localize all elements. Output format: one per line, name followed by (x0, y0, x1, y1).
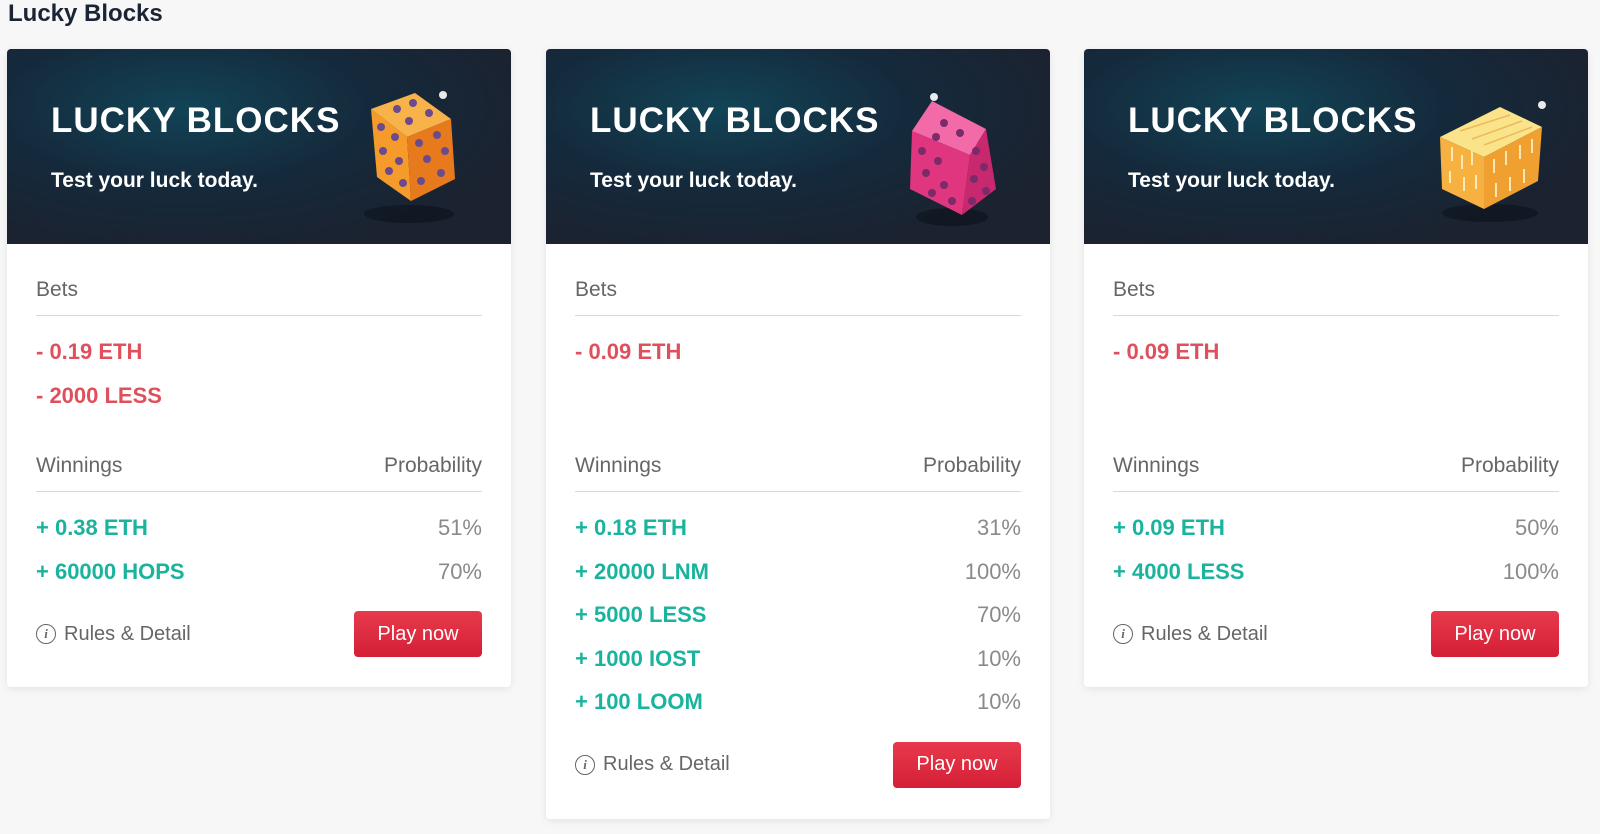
play-now-button[interactable]: Play now (1431, 611, 1559, 657)
winnings-header: Winnings Probability (1113, 454, 1559, 492)
banner-title: LUCKY BLOCKS (590, 101, 880, 140)
banner-subtitle: Test your luck today. (1128, 169, 1335, 192)
rules-label: Rules & Detail (1141, 622, 1268, 645)
winning-row: + 5000 LESS 70% (575, 593, 1021, 637)
winning-probability: 51% (437, 515, 482, 540)
card-footer: i Rules & Detail Play now (1113, 611, 1559, 657)
banner-subtitle: Test your luck today. (590, 169, 797, 192)
probability-label: Probability (1460, 454, 1559, 477)
info-icon: i (36, 624, 56, 644)
winning-amount: + 0.38 ETH (36, 515, 148, 540)
winning-amount: + 100 LOOM (575, 689, 703, 714)
winning-row: + 60000 HOPS 70% (36, 550, 482, 594)
winning-probability: 70% (976, 602, 1021, 627)
bet-item: - 2000 LESS (36, 383, 162, 408)
banner-subtitle: Test your luck today. (51, 169, 258, 192)
card-banner: LUCKY BLOCKS Test your luck today. (7, 49, 511, 244)
winning-amount: + 20000 LNM (575, 558, 709, 584)
bets-header: Bets (575, 278, 1021, 316)
play-now-button[interactable]: Play now (893, 741, 1021, 788)
page-title: Lucky Blocks (8, 0, 163, 27)
winnings-header: Winnings Probability (36, 454, 482, 492)
winnings-list: + 0.09 ETH 50% + 4000 LESS 100% (1113, 506, 1559, 593)
card-banner: LUCKY BLOCKS Test your luck today. (546, 49, 1050, 244)
winning-probability: 10% (976, 689, 1021, 714)
rules-detail-link[interactable]: i Rules & Detail (575, 753, 730, 776)
lucky-block-card: LUCKY BLOCKS Test your luck today. Bets … (546, 49, 1050, 819)
winning-row: + 20000 LNM 100% (575, 550, 1021, 594)
winnings-label: Winnings (575, 454, 662, 477)
banner-title: LUCKY BLOCKS (51, 101, 341, 140)
winning-amount: + 60000 HOPS (36, 558, 185, 584)
winning-amount: + 0.09 ETH (1113, 515, 1225, 540)
bet-list: - 0.09 ETH (1113, 330, 1559, 426)
winning-amount: + 5000 LESS (575, 602, 707, 627)
probability-label: Probability (383, 454, 482, 477)
rules-detail-link[interactable]: i Rules & Detail (1113, 623, 1268, 646)
winning-probability: 50% (1514, 515, 1559, 540)
winning-probability: 10% (976, 645, 1021, 671)
card-footer: i Rules & Detail Play now (36, 611, 482, 657)
bets-label: Bets (1113, 278, 1156, 301)
bets-header: Bets (1113, 278, 1559, 316)
winning-probability: 70% (437, 558, 482, 584)
bet-item: - 0.19 ETH (36, 339, 143, 364)
probability-label: Probability (922, 454, 1021, 477)
bets-header: Bets (36, 278, 482, 316)
winning-row: + 1000 IOST 10% (575, 637, 1021, 681)
winning-probability: 100% (1502, 558, 1559, 584)
rules-detail-link[interactable]: i Rules & Detail (36, 623, 191, 646)
winning-row: + 0.38 ETH 51% (36, 506, 482, 550)
winnings-label: Winnings (36, 454, 123, 477)
info-icon: i (1113, 624, 1133, 644)
winning-row: + 4000 LESS 100% (1113, 550, 1559, 594)
bet-list: - 0.09 ETH (575, 330, 1021, 426)
bets-label: Bets (36, 278, 79, 301)
bets-label: Bets (575, 278, 618, 301)
winnings-list: + 0.38 ETH 51% + 60000 HOPS 70% (36, 506, 482, 593)
winning-row: + 0.18 ETH 31% (575, 506, 1021, 550)
bet-item: - 0.09 ETH (1113, 339, 1220, 364)
card-banner: LUCKY BLOCKS Test your luck today. (1084, 49, 1588, 244)
play-now-button[interactable]: Play now (354, 611, 482, 657)
winning-probability: 100% (964, 558, 1021, 584)
orange-dice-cube-icon (364, 91, 455, 223)
winning-amount: + 4000 LESS (1113, 558, 1245, 584)
winnings-label: Winnings (1113, 454, 1200, 477)
info-icon: i (575, 754, 595, 775)
banner-title: LUCKY BLOCKS (1128, 101, 1418, 140)
rules-label: Rules & Detail (603, 753, 730, 775)
winnings-header: Winnings Probability (575, 454, 1021, 492)
pink-dice-cube-icon (910, 93, 996, 226)
winning-amount: + 1000 IOST (575, 645, 701, 671)
winning-probability: 31% (976, 515, 1021, 540)
bet-item: - 0.09 ETH (575, 339, 682, 364)
lucky-block-card: LUCKY BLOCKS Test your luck today. Bets … (1084, 49, 1588, 687)
bet-list: - 0.19 ETH - 2000 LESS (36, 330, 482, 426)
winning-row: + 100 LOOM 10% (575, 680, 1021, 724)
winning-amount: + 0.18 ETH (575, 515, 687, 540)
card-footer: i Rules & Detail Play now (575, 741, 1021, 788)
winning-row: + 0.09 ETH 50% (1113, 506, 1559, 550)
winnings-list: + 0.18 ETH 31% + 20000 LNM 100% + 5000 L… (575, 506, 1021, 724)
lucky-block-card: LUCKY BLOCKS Test your luck today. Bets … (7, 49, 511, 687)
rules-label: Rules & Detail (64, 622, 191, 645)
yellow-brick-cube-icon (1440, 101, 1546, 222)
